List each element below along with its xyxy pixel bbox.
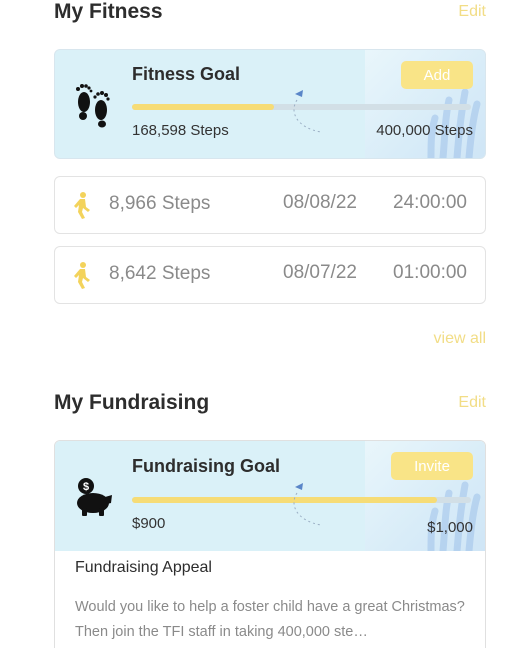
svg-text:$: $ xyxy=(83,481,89,493)
fitness-goal-card: Fitness Goal Add 168,598 Steps 400,000 S… xyxy=(54,49,486,159)
flight-path-icon xyxy=(293,483,322,526)
flight-path-icon xyxy=(293,90,322,133)
step-count: 8,966 Steps xyxy=(109,193,211,214)
fitness-current-value: 168,598 Steps xyxy=(132,122,229,139)
fundraising-current-value: $900 xyxy=(132,515,166,532)
step-time: 24:00:00 xyxy=(393,192,467,213)
fundraising-header: My Fundraising Edit xyxy=(54,391,486,415)
step-entry-row[interactable]: 8,642 Steps 08/07/22 01:00:00 xyxy=(54,246,486,304)
add-button[interactable]: Add xyxy=(401,61,473,89)
walking-person-icon xyxy=(74,192,90,219)
step-date: 08/07/22 xyxy=(283,262,357,283)
view-all-link[interactable]: view all xyxy=(434,330,486,348)
fitness-progress-fill xyxy=(132,104,275,110)
appeal-title: Fundraising Appeal xyxy=(75,559,212,576)
fundraising-edit-link[interactable]: Edit xyxy=(458,394,486,412)
step-entry-row[interactable]: 8,966 Steps 08/08/22 24:00:00 xyxy=(54,176,486,234)
fitness-goal-title: Fitness Goal xyxy=(132,64,241,84)
fundraising-goal-panel: $ Fundraising Goal Invite $900 $1,000 xyxy=(55,441,485,551)
fitness-edit-link[interactable]: Edit xyxy=(458,3,486,21)
step-count: 8,642 Steps xyxy=(109,263,211,284)
fundraising-progress-fill xyxy=(132,497,438,503)
fundraising-section-title: My Fundraising xyxy=(54,391,210,414)
fundraising-goal-title: Fundraising Goal xyxy=(132,456,281,476)
invite-button[interactable]: Invite xyxy=(391,452,473,480)
appeal-description[interactable]: Would you like to help a foster child ha… xyxy=(75,595,467,645)
step-date: 08/08/22 xyxy=(283,192,357,213)
fundraising-target-value: $1,000 xyxy=(427,519,473,536)
footprints-icon xyxy=(76,84,110,128)
walking-person-icon xyxy=(74,262,90,289)
step-time: 01:00:00 xyxy=(393,262,467,283)
fitness-section-title: My Fitness xyxy=(54,0,163,23)
fitness-header: My Fitness Edit xyxy=(54,0,486,24)
piggy-bank-icon: $ xyxy=(77,478,112,516)
fundraising-card: $ Fundraising Goal Invite $900 $1,000 Fu… xyxy=(54,440,486,648)
fitness-target-value: 400,000 Steps xyxy=(376,122,473,139)
